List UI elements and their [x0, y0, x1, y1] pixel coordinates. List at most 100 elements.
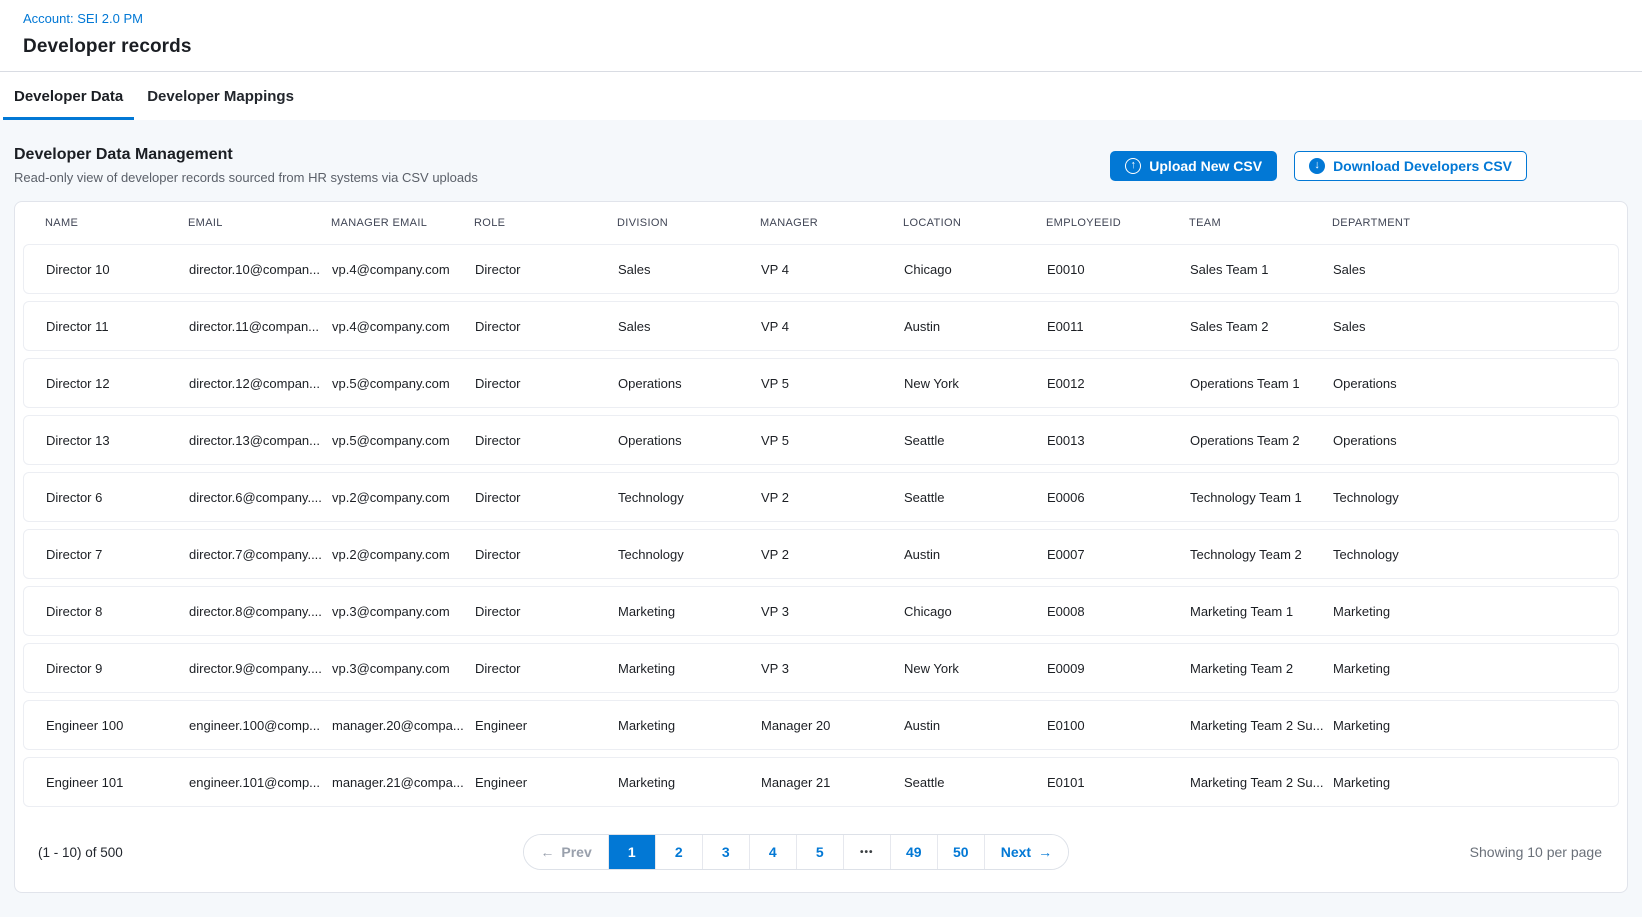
cell-division: Sales: [618, 319, 761, 334]
column-header: EMPLOYEEID: [1046, 217, 1189, 229]
cell-location: Austin: [904, 718, 1047, 733]
cell-name: Director 13: [46, 433, 189, 448]
tab-developer-data[interactable]: Developer Data: [3, 72, 134, 120]
cell-location: New York: [904, 376, 1047, 391]
cell-manager-email: vp.3@company.com: [332, 604, 475, 619]
cell-manager-email: vp.5@company.com: [332, 376, 475, 391]
per-page-text: Showing 10 per page: [1470, 844, 1602, 860]
cell-department: Sales: [1333, 319, 1602, 334]
cell-name: Director 7: [46, 547, 189, 562]
cell-employee-id: E0011: [1047, 319, 1190, 334]
cell-division: Operations: [618, 433, 761, 448]
section-titles: Developer Data Management Read-only view…: [14, 146, 478, 185]
cell-email: director.11@compan...: [189, 319, 332, 334]
table-row: Director 9 director.9@company.... vp.3@c…: [23, 643, 1619, 693]
cell-team: Operations Team 1: [1190, 376, 1333, 391]
cell-department: Marketing: [1333, 775, 1602, 790]
prev-label: Prev: [561, 844, 591, 860]
section-header: Developer Data Management Read-only view…: [14, 134, 1628, 185]
column-header: ROLE: [474, 217, 617, 229]
cell-manager: VP 2: [761, 490, 904, 505]
cell-email: director.13@compan...: [189, 433, 332, 448]
cell-employee-id: E0007: [1047, 547, 1190, 562]
cell-name: Director 8: [46, 604, 189, 619]
download-icon: ↓: [1309, 158, 1325, 174]
cell-location: Austin: [904, 319, 1047, 334]
table-footer: (1 - 10) of 500 ← Prev 12345•••4950 Next…: [15, 834, 1627, 870]
page-number-button[interactable]: •••: [844, 835, 891, 869]
page-number-button[interactable]: 1: [609, 835, 656, 869]
cell-manager-email: manager.20@compa...: [332, 718, 475, 733]
cell-department: Operations: [1333, 376, 1602, 391]
table-row: Director 12 director.12@compan... vp.5@c…: [23, 358, 1619, 408]
cell-manager: VP 5: [761, 433, 904, 448]
tab-developer-mappings[interactable]: Developer Mappings: [136, 72, 305, 120]
table-row: Director 7 director.7@company.... vp.2@c…: [23, 529, 1619, 579]
cell-employee-id: E0009: [1047, 661, 1190, 676]
cell-manager-email: vp.5@company.com: [332, 433, 475, 448]
next-page-button[interactable]: Next →: [985, 835, 1068, 869]
cell-employee-id: E0013: [1047, 433, 1190, 448]
cell-manager: Manager 20: [761, 718, 904, 733]
cell-team: Operations Team 2: [1190, 433, 1333, 448]
arrow-right-icon: →: [1038, 845, 1052, 859]
cell-manager-email: vp.4@company.com: [332, 319, 475, 334]
cell-division: Marketing: [618, 775, 761, 790]
cell-department: Marketing: [1333, 718, 1602, 733]
column-header: LOCATION: [903, 217, 1046, 229]
cell-email: director.6@company....: [189, 490, 332, 505]
section-subtitle: Read-only view of developer records sour…: [14, 170, 478, 185]
upload-button-label: Upload New CSV: [1149, 158, 1262, 174]
page-number-button[interactable]: 4: [750, 835, 797, 869]
cell-employee-id: E0100: [1047, 718, 1190, 733]
cell-department: Marketing: [1333, 661, 1602, 676]
cell-division: Technology: [618, 490, 761, 505]
table-row: Director 13 director.13@compan... vp.5@c…: [23, 415, 1619, 465]
section-title: Developer Data Management: [14, 146, 478, 164]
cell-team: Sales Team 2: [1190, 319, 1333, 334]
developer-table-card: NAMEEMAILMANAGER EMAILROLEDIVISIONMANAGE…: [14, 201, 1628, 893]
tab-bar: Developer Data Developer Mappings: [0, 72, 1642, 120]
download-developers-csv-button[interactable]: ↓ Download Developers CSV: [1294, 151, 1527, 181]
page-number-button[interactable]: 50: [938, 835, 985, 869]
prev-page-button[interactable]: ← Prev: [524, 835, 608, 869]
cell-manager-email: vp.4@company.com: [332, 262, 475, 277]
page-header: Account: SEI 2.0 PM Developer records: [0, 0, 1642, 72]
account-breadcrumb-link[interactable]: Account: SEI 2.0 PM: [23, 11, 143, 26]
cell-name: Director 9: [46, 661, 189, 676]
cell-team: Technology Team 2: [1190, 547, 1333, 562]
cell-role: Director: [475, 490, 618, 505]
cell-email: director.7@company....: [189, 547, 332, 562]
cell-location: Seattle: [904, 775, 1047, 790]
upload-new-csv-button[interactable]: ↑ Upload New CSV: [1110, 151, 1277, 181]
cell-name: Director 6: [46, 490, 189, 505]
table-row: Director 10 director.10@compan... vp.4@c…: [23, 244, 1619, 294]
record-range-text: (1 - 10) of 500: [38, 845, 123, 860]
cell-employee-id: E0101: [1047, 775, 1190, 790]
cell-department: Operations: [1333, 433, 1602, 448]
cell-role: Director: [475, 319, 618, 334]
cell-division: Marketing: [618, 661, 761, 676]
table-row: Director 11 director.11@compan... vp.4@c…: [23, 301, 1619, 351]
cell-department: Technology: [1333, 490, 1602, 505]
cell-manager-email: vp.2@company.com: [332, 490, 475, 505]
page-number-button[interactable]: 5: [797, 835, 844, 869]
page-number-button[interactable]: 3: [703, 835, 750, 869]
cell-name: Engineer 100: [46, 718, 189, 733]
cell-name: Director 10: [46, 262, 189, 277]
table-body: Director 10 director.10@compan... vp.4@c…: [15, 244, 1627, 807]
page-number-button[interactable]: 49: [891, 835, 938, 869]
page-number-button[interactable]: 2: [656, 835, 703, 869]
next-label: Next: [1001, 844, 1031, 860]
cell-manager-email: manager.21@compa...: [332, 775, 475, 790]
cell-manager: VP 2: [761, 547, 904, 562]
cell-location: New York: [904, 661, 1047, 676]
upload-icon: ↑: [1125, 158, 1141, 174]
cell-division: Marketing: [618, 604, 761, 619]
cell-division: Technology: [618, 547, 761, 562]
cell-role: Director: [475, 262, 618, 277]
table-row: Engineer 101 engineer.101@comp... manage…: [23, 757, 1619, 807]
cell-manager: VP 5: [761, 376, 904, 391]
cell-team: Marketing Team 2: [1190, 661, 1333, 676]
column-header: MANAGER EMAIL: [331, 217, 474, 229]
